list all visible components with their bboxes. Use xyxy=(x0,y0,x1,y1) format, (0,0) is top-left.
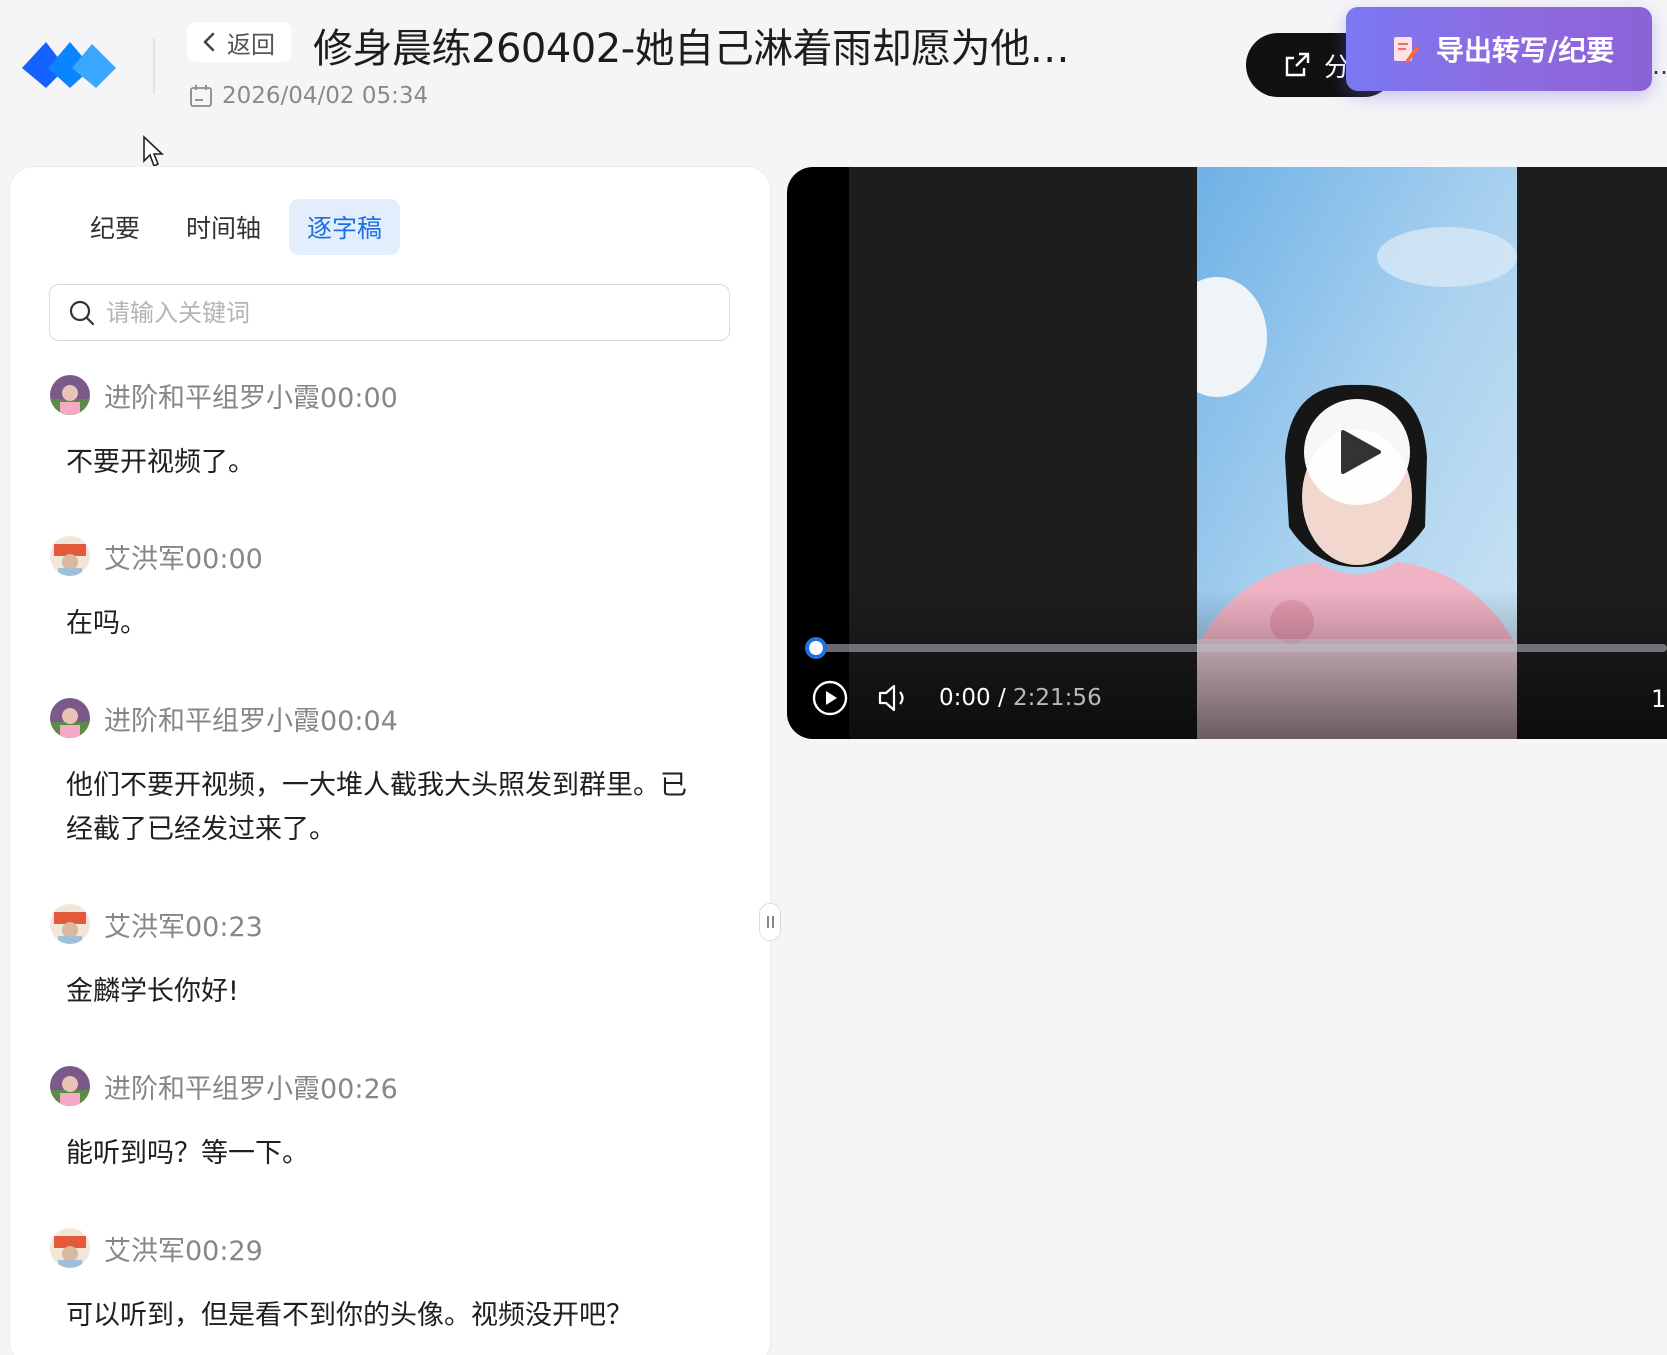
tab-timeline[interactable]: 时间轴 xyxy=(168,199,279,255)
share-icon xyxy=(1285,52,1310,77)
avatar xyxy=(50,698,90,738)
play-circle-icon[interactable] xyxy=(811,679,849,717)
transcript-entry: 艾洪军00:29 可以听到，但是看不到你的头像。视频没开吧？ xyxy=(50,1228,730,1338)
speaker-name: 艾洪军00:29 xyxy=(104,1235,263,1267)
transcript-entry: 进阶和平组罗小霞00:04 他们不要开视频，一大堆人截我大头照发到群里。已经截了… xyxy=(50,698,730,852)
back-label: 返回 xyxy=(227,30,275,59)
video-player[interactable]: 0:00 / 2:21:56 1 xyxy=(787,167,1667,739)
utterance-text: 在吗。 xyxy=(66,608,147,639)
transcript-entry: 艾洪军00:23 金麟学长你好! xyxy=(50,904,730,1014)
avatar xyxy=(50,536,90,576)
date-text: 2026/04/02 05:34 xyxy=(222,83,429,109)
speaker-name: 艾洪军00:00 xyxy=(104,543,263,575)
transcript-entry: 进阶和平组罗小霞00:00 不要开视频了。 xyxy=(50,375,730,485)
export-transcript-button[interactable]: 导出转写/纪要 xyxy=(1346,7,1652,91)
document-edit-icon xyxy=(1394,37,1419,63)
search-box[interactable] xyxy=(49,284,730,341)
playback-time: 0:00 / 2:21:56 xyxy=(939,685,1102,711)
volume-icon[interactable] xyxy=(875,679,913,717)
avatar xyxy=(50,1066,90,1106)
tab-bar: 纪要 时间轴 逐字稿 xyxy=(72,199,401,255)
transcript-entry: 艾洪军00:00 在吗。 xyxy=(50,536,730,646)
export-label: 导出转写/纪要 xyxy=(1436,34,1615,67)
avatar xyxy=(50,904,90,944)
search-input[interactable] xyxy=(106,298,666,327)
tab-summary[interactable]: 纪要 xyxy=(72,199,158,255)
back-button[interactable]: 返回 xyxy=(187,22,291,62)
speaker-name: 艾洪军00:23 xyxy=(104,911,263,943)
meeting-date: 2026/04/02 05:34 xyxy=(188,83,428,109)
header-edge-text: … xyxy=(1652,52,1667,80)
player-controls: 0:00 / 2:21:56 xyxy=(811,679,1102,717)
page-title: 修身晨练260402-她自己淋着雨却愿为他… xyxy=(313,26,1070,72)
transcript-panel: 纪要 时间轴 逐字稿 进阶和平组罗小霞00:00 不要开视频了。 艾洪军00:0… xyxy=(9,166,771,1355)
panel-resize-handle[interactable] xyxy=(759,903,781,941)
speaker-name: 进阶和平组罗小霞00:00 xyxy=(104,382,398,414)
play-icon[interactable] xyxy=(1304,399,1410,505)
speaker-name: 进阶和平组罗小霞00:04 xyxy=(104,705,398,737)
utterance-text: 不要开视频了。 xyxy=(66,447,255,478)
progress-bar[interactable] xyxy=(805,637,1667,659)
chevron-left-icon xyxy=(203,32,215,52)
speaker-name: 进阶和平组罗小霞00:26 xyxy=(104,1073,398,1105)
utterance-text: 能听到吗？等一下。 xyxy=(66,1138,309,1169)
playback-speed[interactable]: 1 xyxy=(1651,685,1666,713)
utterance-text: 他们不要开视频，一大堆人截我大头照发到群里。已经截了已经发过来了。 xyxy=(66,770,687,845)
avatar xyxy=(50,1228,90,1268)
avatar xyxy=(50,375,90,415)
transcript-entry: 进阶和平组罗小霞00:26 能听到吗？等一下。 xyxy=(50,1066,730,1176)
meeting-logo-icon[interactable] xyxy=(22,36,116,92)
search-icon xyxy=(69,300,95,325)
cursor-icon xyxy=(143,135,165,168)
calendar-icon xyxy=(190,85,212,107)
header-divider xyxy=(153,38,155,94)
utterance-text: 金麟学长你好! xyxy=(66,976,239,1007)
utterance-text: 可以听到，但是看不到你的头像。视频没开吧？ xyxy=(66,1300,633,1331)
tab-transcript[interactable]: 逐字稿 xyxy=(289,199,401,255)
